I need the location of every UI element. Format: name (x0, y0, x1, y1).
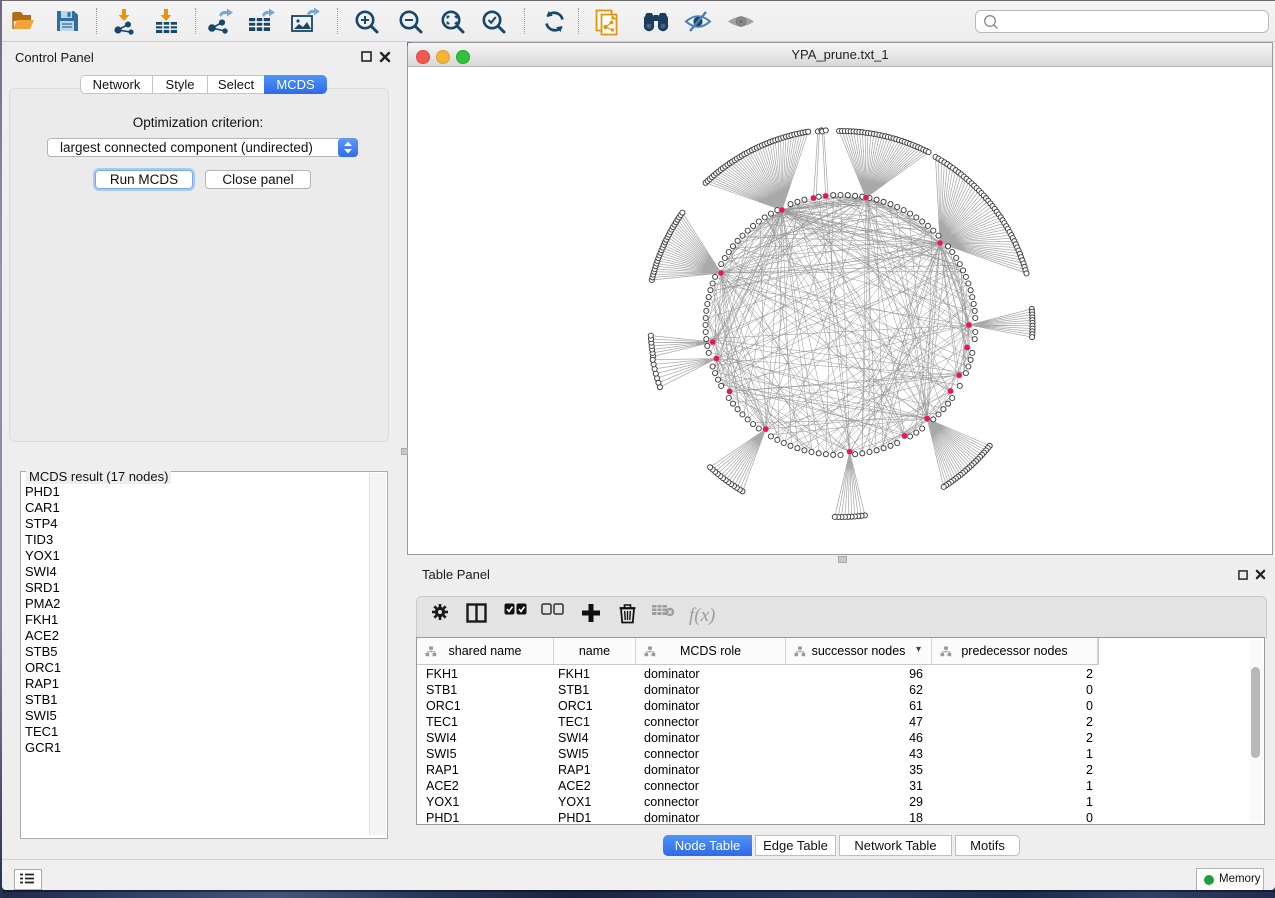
svg-text:f(x): f(x) (689, 605, 715, 626)
